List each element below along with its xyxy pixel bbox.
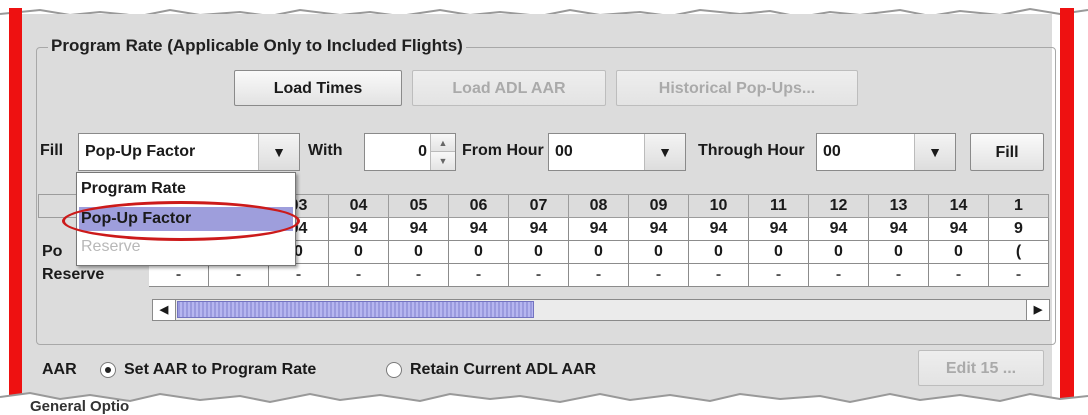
horizontal-scrollbar[interactable]: ◀ ▶ (152, 299, 1050, 321)
popup-cell[interactable]: 0 (808, 240, 869, 264)
through-hour-combo[interactable]: 00 ▼ (816, 133, 956, 171)
reserve-cell[interactable]: - (568, 263, 629, 287)
rate-cell[interactable]: 94 (868, 217, 929, 241)
fill-button[interactable]: Fill (970, 133, 1044, 171)
hour-cell[interactable]: 04 (328, 194, 389, 218)
through-hour-label: Through Hour (698, 142, 805, 159)
reserve-cell[interactable]: - (328, 263, 389, 287)
hour-cell[interactable]: 10 (688, 194, 749, 218)
popup-cell[interactable]: 0 (688, 240, 749, 264)
historical-popups-button[interactable]: Historical Pop-Ups... (616, 70, 858, 106)
popup-cell[interactable]: ( (988, 240, 1049, 264)
dropdown-option-program-rate[interactable]: Program Rate (81, 177, 186, 201)
reserve-cell[interactable]: - (628, 263, 689, 287)
hour-cell[interactable]: 05 (388, 194, 449, 218)
rate-cell[interactable]: 94 (388, 217, 449, 241)
reserve-row-label: Reserve (38, 263, 149, 287)
from-hour-combo[interactable]: 00 ▼ (548, 133, 686, 171)
retain-aar-label[interactable]: Retain Current ADL AAR (410, 361, 596, 379)
popup-cell[interactable]: 0 (628, 240, 689, 264)
spinner-buttons[interactable]: ▲ ▼ (430, 134, 455, 170)
red-frame-right (1060, 8, 1074, 398)
aar-label: AAR (42, 361, 77, 378)
group-title: Program Rate (Applicable Only to Include… (48, 36, 466, 56)
reserve-row: Reserve - - - - - - - - - - - - - - - (38, 263, 1049, 287)
hour-cell[interactable]: 09 (628, 194, 689, 218)
rate-cell[interactable]: 94 (808, 217, 869, 241)
rate-cell[interactable]: 94 (328, 217, 389, 241)
hour-cell[interactable]: 06 (448, 194, 509, 218)
hour-cell[interactable]: 14 (928, 194, 989, 218)
with-spinner[interactable]: 0 ▲ ▼ (364, 133, 456, 171)
scroll-left-icon[interactable]: ◀ (153, 300, 176, 320)
hour-cell[interactable]: 11 (748, 194, 809, 218)
radio-selected-dot (105, 367, 111, 373)
set-aar-label[interactable]: Set AAR to Program Rate (124, 361, 316, 379)
popup-cell[interactable]: 0 (748, 240, 809, 264)
chevron-down-icon[interactable]: ▼ (258, 134, 299, 170)
rate-cell[interactable]: 94 (628, 217, 689, 241)
hour-cell[interactable]: 12 (808, 194, 869, 218)
reserve-cell[interactable]: - (268, 263, 329, 287)
from-hour-value: 00 (555, 143, 573, 160)
through-hour-value: 00 (823, 143, 841, 160)
rate-cell[interactable]: 9 (988, 217, 1049, 241)
scroll-thumb[interactable] (177, 301, 534, 318)
popup-cell[interactable]: 0 (328, 240, 389, 264)
hour-cell[interactable]: 07 (508, 194, 569, 218)
reserve-cell[interactable]: - (148, 263, 209, 287)
hour-cell[interactable]: 1 (988, 194, 1049, 218)
popup-cell[interactable]: 0 (568, 240, 629, 264)
reserve-cell[interactable]: - (448, 263, 509, 287)
popup-cell[interactable]: 0 (868, 240, 929, 264)
chevron-down-icon[interactable]: ▼ (644, 134, 685, 170)
spinner-up-icon[interactable]: ▲ (431, 134, 455, 152)
general-options-partial-label: General Optio (30, 398, 130, 415)
reserve-cell[interactable]: - (388, 263, 449, 287)
rate-cell[interactable]: 94 (688, 217, 749, 241)
reserve-cell[interactable]: - (928, 263, 989, 287)
fill-type-value: Pop-Up Factor (85, 143, 196, 160)
retain-aar-radio[interactable] (386, 362, 402, 378)
red-frame-left (9, 8, 22, 398)
scroll-right-icon[interactable]: ▶ (1026, 300, 1049, 320)
hour-cell[interactable]: 13 (868, 194, 929, 218)
popup-cell[interactable]: 0 (448, 240, 509, 264)
reserve-cell[interactable]: - (688, 263, 749, 287)
reserve-cell[interactable]: - (208, 263, 269, 287)
rate-cell[interactable]: 94 (928, 217, 989, 241)
fill-label: Fill (40, 142, 64, 159)
rate-cell[interactable]: 94 (508, 217, 569, 241)
with-label: With (308, 142, 343, 159)
chevron-down-icon[interactable]: ▼ (914, 134, 955, 170)
reserve-cell[interactable]: - (988, 263, 1049, 287)
from-hour-label: From Hour (462, 142, 544, 159)
reserve-cell[interactable]: - (808, 263, 869, 287)
rate-cell[interactable]: 94 (748, 217, 809, 241)
spinner-down-icon[interactable]: ▼ (431, 152, 455, 170)
hour-cell[interactable]: 08 (568, 194, 629, 218)
popup-cell[interactable]: 0 (508, 240, 569, 264)
with-value[interactable]: 0 (418, 134, 427, 170)
load-times-button[interactable]: Load Times (234, 70, 402, 106)
set-aar-radio[interactable] (100, 362, 116, 378)
reserve-cell[interactable]: - (508, 263, 569, 287)
load-adl-aar-button[interactable]: Load ADL AAR (412, 70, 606, 106)
popup-cell[interactable]: 0 (388, 240, 449, 264)
reserve-cell[interactable]: - (748, 263, 809, 287)
rate-cell[interactable]: 94 (568, 217, 629, 241)
reserve-cell[interactable]: - (868, 263, 929, 287)
popup-cell[interactable]: 0 (928, 240, 989, 264)
highlight-annotation-oval (62, 201, 300, 241)
torn-edge-bottom (0, 391, 1088, 415)
rate-cell[interactable]: 94 (448, 217, 509, 241)
fill-type-combo[interactable]: Pop-Up Factor ▼ (78, 133, 300, 171)
